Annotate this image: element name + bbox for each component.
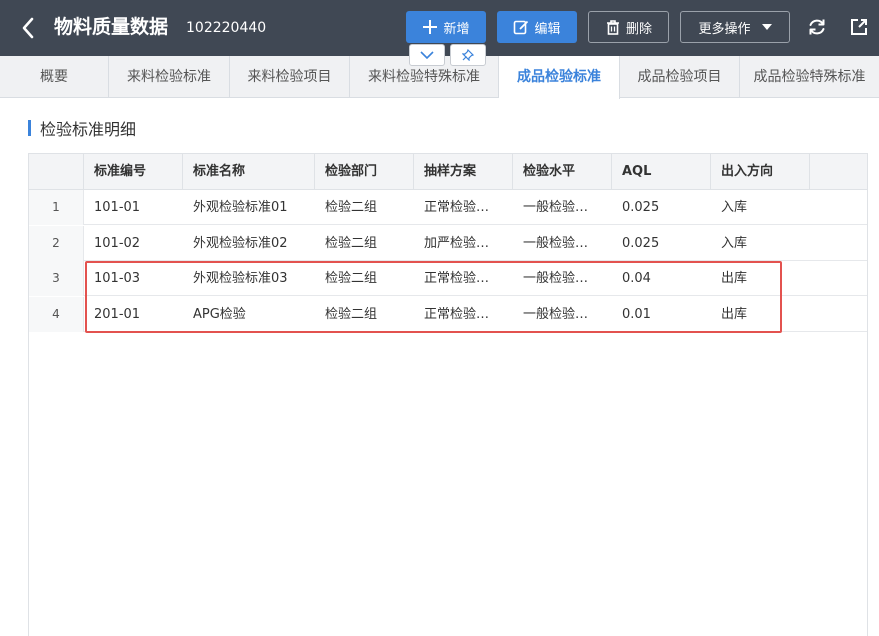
table-row[interactable]: 2 101-02 外观检验标准02 检验二组 加严检验… 一般检验… 0.025… [29, 226, 867, 261]
table-cell: 一般检验… [523, 236, 589, 251]
share-button[interactable] [845, 13, 873, 41]
table-cell: 加严检验… [424, 236, 490, 251]
more-actions-button[interactable]: 更多操作 [680, 11, 790, 43]
tab-incoming-standards[interactable]: 来料检验标准 [109, 56, 230, 98]
row-number: 1 [29, 190, 84, 225]
section-header: 检验标准明细 [28, 118, 137, 139]
table-cell: 101-03 [94, 271, 141, 286]
share-icon [851, 19, 867, 35]
tab-finished-special[interactable]: 成品检验特殊标准 [740, 56, 879, 98]
table-cell: 外观检验标准03 [193, 271, 288, 286]
add-button[interactable]: 新增 [406, 11, 486, 43]
table-cell: 检验二组 [325, 307, 378, 322]
table-row[interactable]: 4 201-01 APG检验 检验二组 正常检验… 一般检验… 0.01 出库 [29, 297, 867, 332]
table-cell: 一般检验… [523, 307, 589, 322]
header-cell[interactable]: AQL [612, 154, 711, 190]
header-cell[interactable]: 检验水平 [513, 154, 612, 190]
table-row[interactable]: 1 101-01 外观检验标准01 检验二组 正常检验… 一般检验… 0.025… [29, 190, 867, 225]
table-cell: 0.025 [622, 236, 660, 251]
table-cell: 检验二组 [325, 200, 378, 215]
row-number: 2 [29, 226, 84, 261]
table-cell: 0.01 [622, 307, 651, 322]
refresh-button[interactable] [803, 13, 831, 41]
section-title: 检验标准明细 [40, 120, 137, 139]
trash-icon [606, 20, 619, 35]
table-cell: 检验二组 [325, 271, 378, 286]
row-number: 4 [29, 297, 84, 332]
table-cell: 101-01 [94, 200, 141, 215]
header-cell[interactable]: 标准编号 [84, 154, 183, 190]
tab-overview[interactable]: 概要 [0, 56, 109, 98]
table-cell: 一般检验… [523, 200, 589, 215]
table-cell: 101-02 [94, 236, 141, 251]
header-rownum [29, 154, 84, 190]
table-cell: 一般检验… [523, 271, 589, 286]
tab-incoming-items[interactable]: 来料检验项目 [230, 56, 350, 98]
refresh-icon [809, 19, 825, 35]
tab-finished-standards[interactable]: 成品检验标准 [499, 56, 620, 99]
table-header: 标准编号 标准名称 检验部门 抽样方案 检验水平 AQL 出入方向 [29, 154, 867, 190]
standards-table: 标准编号 标准名称 检验部门 抽样方案 检验水平 AQL 出入方向 1 101-… [28, 153, 868, 636]
tab-finished-items[interactable]: 成品检验项目 [620, 56, 740, 98]
pin-button[interactable] [450, 44, 486, 66]
back-icon [22, 17, 34, 39]
material-code: 102220440 [186, 20, 267, 36]
caret-down-icon [761, 24, 772, 30]
table-cell: 201-01 [94, 307, 141, 322]
table-cell: 入库 [721, 236, 748, 251]
table-cell: 出库 [721, 307, 748, 322]
table-cell: 正常检验… [424, 271, 490, 286]
table-cell: 正常检验… [424, 200, 490, 215]
edit-button-label: 编辑 [534, 21, 561, 37]
table-cell: 出库 [721, 271, 748, 286]
delete-button[interactable]: 删除 [588, 11, 669, 43]
pin-icon [462, 49, 474, 61]
table-cell: 外观检验标准02 [193, 236, 288, 251]
collapse-button[interactable] [409, 44, 445, 66]
edit-button[interactable]: 编辑 [497, 11, 577, 43]
table-cell: 检验二组 [325, 236, 378, 251]
add-button-label: 新增 [443, 21, 470, 37]
page-title: 物料质量数据 [54, 16, 169, 38]
chevron-down-icon [420, 51, 434, 59]
back-button[interactable] [14, 12, 42, 44]
delete-button-label: 删除 [625, 21, 652, 37]
section-accent-bar [28, 120, 31, 136]
table-row[interactable]: 3 101-03 外观检验标准03 检验二组 正常检验… 一般检验… 0.04 … [29, 261, 867, 296]
header-cell[interactable]: 检验部门 [315, 154, 414, 190]
table-cell: 正常检验… [424, 307, 490, 322]
header-cell[interactable]: 标准名称 [183, 154, 315, 190]
edit-icon [514, 20, 529, 35]
header-cell[interactable]: 抽样方案 [414, 154, 513, 190]
table-cell: 0.025 [622, 200, 660, 215]
table-cell: 0.04 [622, 271, 651, 286]
more-actions-label: 更多操作 [698, 21, 751, 37]
table-cell: 入库 [721, 200, 748, 215]
header-cell[interactable]: 出入方向 [711, 154, 810, 190]
table-cell: APG检验 [193, 307, 246, 322]
plus-icon [423, 20, 438, 34]
row-number: 3 [29, 261, 84, 296]
table-cell: 外观检验标准01 [193, 200, 288, 215]
